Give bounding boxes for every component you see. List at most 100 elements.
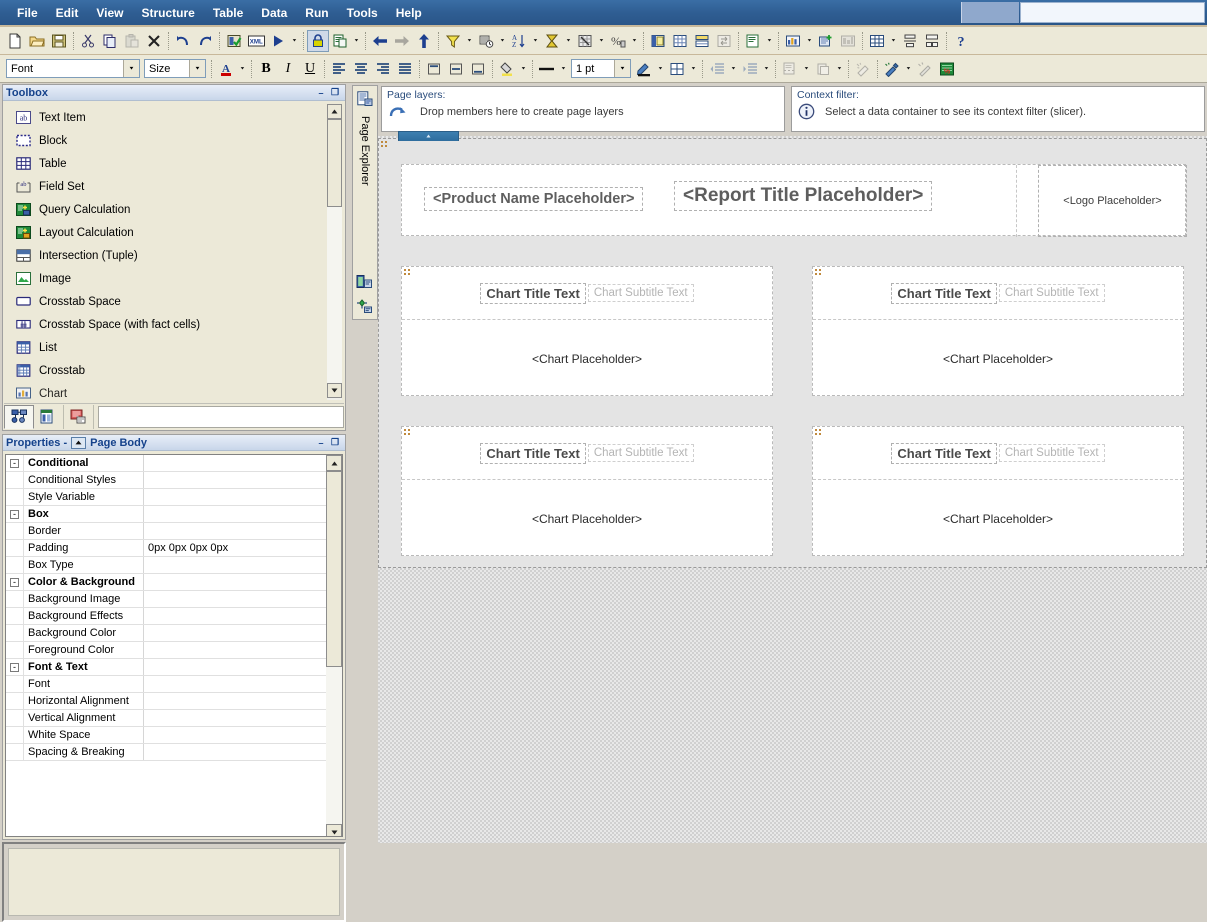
toolbox-item-table[interactable]: Table: [8, 152, 324, 175]
property-row[interactable]: Horizontal Alignment: [6, 693, 326, 710]
toolbox-item-chart[interactable]: Chart: [8, 382, 324, 402]
font-color-icon[interactable]: A: [215, 58, 237, 80]
conditional-explorer-tab[interactable]: [64, 404, 94, 429]
chart-cell-4[interactable]: Chart Title Text Chart Subtitle Text <Ch…: [812, 426, 1184, 556]
expander-icon[interactable]: -: [6, 574, 24, 590]
menu-edit[interactable]: Edit: [47, 3, 88, 23]
scroll-up-arrow-icon[interactable]: [327, 104, 342, 119]
properties-maximize-button[interactable]: ❐: [328, 436, 342, 449]
property-row[interactable]: Vertical Alignment: [6, 710, 326, 727]
toolbox-scrollbar[interactable]: [327, 104, 342, 400]
scrollbar-thumb[interactable]: [327, 119, 342, 207]
property-row[interactable]: Style Variable: [6, 489, 326, 506]
page-explorer-icon[interactable]: [354, 88, 376, 110]
property-value[interactable]: [144, 506, 326, 522]
property-value[interactable]: [144, 676, 326, 692]
bold-button[interactable]: B: [255, 58, 277, 80]
scroll-down-arrow-icon[interactable]: [326, 824, 342, 836]
borders-dropdown-arrow[interactable]: [688, 58, 699, 80]
property-value[interactable]: 0px 0px 0px 0px: [144, 540, 326, 556]
underline-button[interactable]: U: [299, 58, 321, 80]
copy-icon[interactable]: [99, 30, 121, 52]
toolbox-item-image[interactable]: Image: [8, 267, 324, 290]
indent-increase-dropdown-arrow[interactable]: [761, 58, 772, 80]
redo-icon[interactable]: [194, 30, 216, 52]
toolbox-tab[interactable]: [34, 404, 64, 429]
page-break-dropdown-arrow[interactable]: [801, 58, 812, 80]
menu-help[interactable]: Help: [387, 3, 431, 23]
copy-format-dropdown-arrow[interactable]: [834, 58, 845, 80]
undo-icon[interactable]: [172, 30, 194, 52]
chart-title-row[interactable]: Chart Title Text Chart Subtitle Text: [402, 427, 772, 480]
toolbox-item-crosstab-space-fact[interactable]: Crosstab Space (with fact cells): [8, 313, 324, 336]
chart-cell-2[interactable]: Chart Title Text Chart Subtitle Text <Ch…: [812, 266, 1184, 396]
report-header-band[interactable]: <Product Name Placeholder> <Report Title…: [401, 164, 1187, 237]
chart-title-text[interactable]: Chart Title Text: [480, 282, 586, 304]
property-row[interactable]: Box Type: [6, 557, 326, 574]
page-structure-dropdown-arrow[interactable]: [351, 30, 362, 52]
property-row[interactable]: Background Effects: [6, 608, 326, 625]
background-color-icon[interactable]: [496, 58, 518, 80]
help-icon[interactable]: ?: [950, 30, 972, 52]
property-value[interactable]: [144, 608, 326, 624]
run-report-icon[interactable]: [267, 30, 289, 52]
scroll-up-arrow-icon[interactable]: [326, 455, 342, 471]
xml-icon[interactable]: XML: [245, 30, 267, 52]
toolbox-item-crosstab-space[interactable]: Crosstab Space: [8, 290, 324, 313]
indent-decrease-dropdown-arrow[interactable]: [728, 58, 739, 80]
property-value[interactable]: [144, 642, 326, 658]
background-color-dropdown-arrow[interactable]: [518, 58, 529, 80]
query-explorer-icon[interactable]: [353, 271, 375, 293]
chart-icon[interactable]: [782, 30, 804, 52]
suppress-icon[interactable]: [574, 30, 596, 52]
menu-tools[interactable]: Tools: [338, 3, 387, 23]
property-row[interactable]: Background Color: [6, 625, 326, 642]
toolbox-maximize-button[interactable]: ❐: [328, 86, 342, 99]
align-left-icon[interactable]: [328, 58, 350, 80]
scrollbar-thumb[interactable]: [326, 471, 342, 667]
property-row[interactable]: Padding 0px 0px 0px 0px: [6, 540, 326, 557]
toolbox-item-block[interactable]: Block: [8, 129, 324, 152]
aggregate-dropdown-arrow[interactable]: [563, 30, 574, 52]
chart-title-row[interactable]: Chart Title Text Chart Subtitle Text: [813, 427, 1183, 480]
toolbox-item-query-calculation[interactable]: Query Calculation: [8, 198, 324, 221]
cut-icon[interactable]: [77, 30, 99, 52]
toolbox-item-list[interactable]: List: [8, 336, 324, 359]
menu-structure[interactable]: Structure: [132, 3, 203, 23]
property-row[interactable]: - Font & Text: [6, 659, 326, 676]
property-value[interactable]: [144, 727, 326, 743]
chart-subtitle-text[interactable]: Chart Subtitle Text: [587, 444, 694, 462]
report-title-placeholder[interactable]: <Report Title Placeholder>: [674, 181, 933, 211]
properties-scrollbar[interactable]: [326, 455, 342, 836]
font-combo-arrow-icon[interactable]: [123, 60, 139, 77]
menu-data[interactable]: Data: [252, 3, 296, 23]
property-row[interactable]: - Conditional: [6, 455, 326, 472]
property-value[interactable]: [144, 574, 326, 590]
property-row[interactable]: Border: [6, 523, 326, 540]
property-value[interactable]: [144, 591, 326, 607]
unlock-icon[interactable]: [742, 30, 764, 52]
line-weight-combo[interactable]: 1 pt: [571, 59, 631, 78]
group-icon[interactable]: [647, 30, 669, 52]
logo-placeholder[interactable]: <Logo Placeholder>: [1038, 165, 1187, 237]
property-row[interactable]: White Space: [6, 727, 326, 744]
scrollbar-track[interactable]: [327, 207, 342, 383]
suppress-dropdown-arrow[interactable]: [596, 30, 607, 52]
chart-subtitle-text[interactable]: Chart Subtitle Text: [998, 444, 1105, 462]
toolbox-item-layout-calculation[interactable]: Layout Calculation: [8, 221, 324, 244]
run-report-dropdown-arrow[interactable]: [289, 30, 300, 52]
font-color-dropdown-arrow[interactable]: [237, 58, 248, 80]
report-header-left-cell[interactable]: <Product Name Placeholder> <Report Title…: [402, 165, 1017, 237]
border-style-dropdown-arrow[interactable]: [558, 58, 569, 80]
chart-placeholder[interactable]: <Chart Placeholder>: [402, 320, 772, 397]
property-value[interactable]: [144, 710, 326, 726]
size-combo-arrow-icon[interactable]: [189, 60, 205, 77]
chart-title-text[interactable]: Chart Title Text: [891, 442, 997, 464]
summarize-dropdown-arrow[interactable]: [497, 30, 508, 52]
toolbox-minimize-button[interactable]: –: [314, 86, 328, 99]
align-distribute-icon[interactable]: [921, 30, 943, 52]
lock-icon[interactable]: [307, 29, 329, 52]
border-style-icon[interactable]: [536, 58, 558, 80]
style-picker-icon[interactable]: [881, 58, 903, 80]
property-value[interactable]: [144, 693, 326, 709]
